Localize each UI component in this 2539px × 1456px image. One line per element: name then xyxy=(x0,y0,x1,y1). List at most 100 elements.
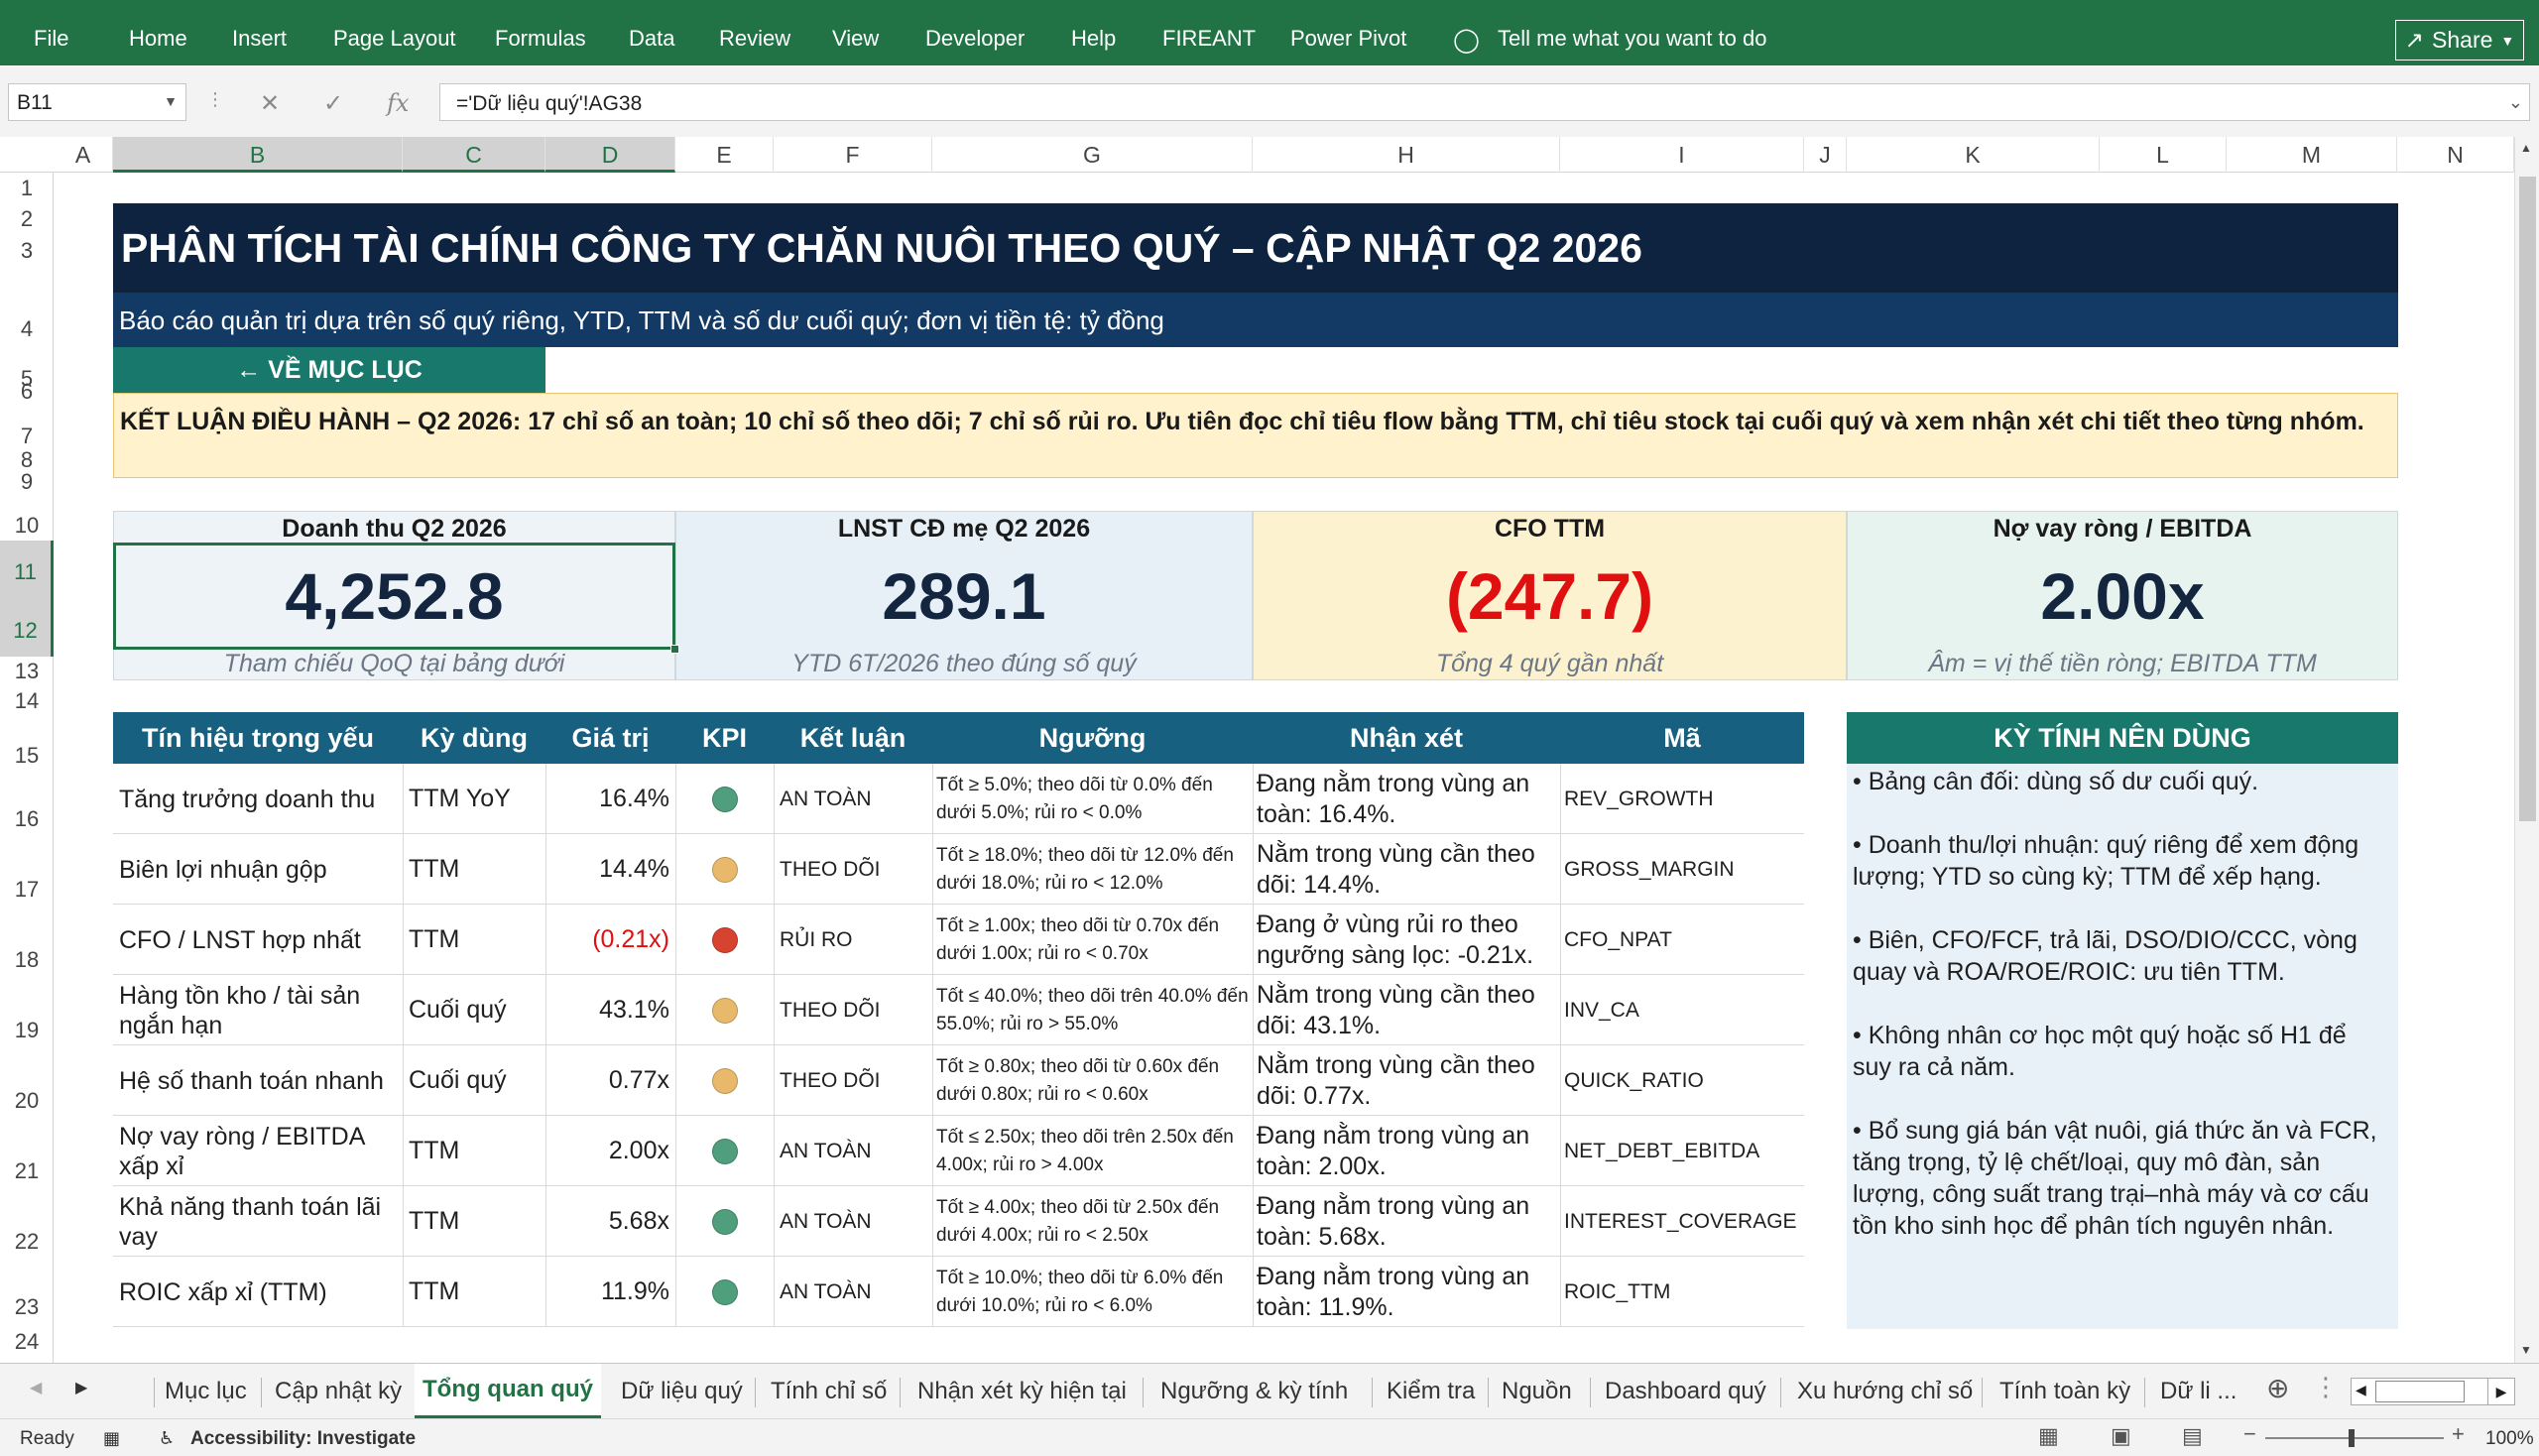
share-button[interactable]: ↗ Share ▼ xyxy=(2395,20,2524,61)
signal-name-cell[interactable]: Khả năng thanh toán lãi vay xyxy=(113,1186,403,1257)
page-layout-view-icon[interactable]: ▣ xyxy=(2111,1423,2131,1449)
table-row[interactable]: ROIC xấp xỉ (TTM) TTM 11.9% AN TOÀN Tốt ≥ 10… xyxy=(113,1257,1804,1327)
zoom-in-icon[interactable]: + xyxy=(2452,1421,2465,1447)
signal-name-cell[interactable]: CFO / LNST hợp nhất xyxy=(113,905,403,975)
row-header[interactable]: 7 xyxy=(0,425,54,448)
column-header-b[interactable]: B xyxy=(113,137,403,173)
value-cell[interactable]: 0.77x xyxy=(545,1045,675,1116)
threshold-cell[interactable]: Tốt ≥ 4.00x; theo dõi từ 2.50x đến dưới … xyxy=(932,1186,1253,1257)
column-header-h[interactable]: H xyxy=(1253,137,1560,173)
signal-name-cell[interactable]: Hệ số thanh toán nhanh xyxy=(113,1045,403,1116)
sheet-tab[interactable]: Dữ li ... xyxy=(2160,1378,2237,1405)
tab-page-layout[interactable]: Page Layout xyxy=(333,26,456,52)
zoom-slider-thumb[interactable] xyxy=(2349,1429,2355,1447)
value-cell[interactable]: 16.4% xyxy=(545,764,675,834)
horizontal-scrollbar[interactable]: ◀ xyxy=(2351,1378,2494,1405)
table-row[interactable]: Khả năng thanh toán lãi vay TTM 5.68x AN TO… xyxy=(113,1186,1804,1257)
fill-handle[interactable] xyxy=(670,645,679,654)
column-header-c[interactable]: C xyxy=(403,137,545,173)
sheet-tab-active[interactable]: Tổng quan quý xyxy=(415,1364,601,1419)
tab-review[interactable]: Review xyxy=(719,26,790,52)
tell-me-search[interactable]: Tell me what you want to do xyxy=(1498,26,1766,52)
threshold-cell[interactable]: Tốt ≤ 40.0%; theo dõi trên 40.0% đến 55.… xyxy=(932,975,1253,1045)
value-cell[interactable]: 5.68x xyxy=(545,1186,675,1257)
signal-name-cell[interactable]: Biên lợi nhuận gộp xyxy=(113,834,403,905)
kpi-indicator-cell[interactable] xyxy=(675,834,774,905)
kpi-indicator-cell[interactable] xyxy=(675,1045,774,1116)
tab-help[interactable]: Help xyxy=(1071,26,1116,52)
chevron-down-icon[interactable]: ▼ xyxy=(164,93,178,109)
kpi-card-net-profit[interactable]: LNST CĐ mẹ Q2 2026 289.1 YTD 6T/2026 the… xyxy=(675,511,1253,680)
code-cell[interactable]: INTEREST_COVERAGE xyxy=(1560,1186,1804,1257)
tab-view[interactable]: View xyxy=(832,26,879,52)
accessibility-status[interactable]: Accessibility: Investigate xyxy=(190,1428,416,1450)
sheet-tab[interactable]: Xu hướng chỉ số xyxy=(1797,1378,1973,1405)
tab-data[interactable]: Data xyxy=(629,26,674,52)
row-header[interactable]: 19 xyxy=(0,1009,54,1052)
conclusion-cell[interactable]: AN TOÀN xyxy=(774,764,932,834)
scroll-down-icon[interactable]: ▼ xyxy=(2520,1343,2532,1357)
code-cell[interactable]: REV_GROWTH xyxy=(1560,764,1804,834)
code-cell[interactable]: CFO_NPAT xyxy=(1560,905,1804,975)
period-cell[interactable]: TTM YoY xyxy=(403,764,545,834)
row-header[interactable]: 11 xyxy=(0,541,54,604)
kpi-indicator-cell[interactable] xyxy=(675,1116,774,1186)
column-header-e[interactable]: E xyxy=(675,137,774,173)
period-cell[interactable]: TTM xyxy=(403,905,545,975)
threshold-cell[interactable]: Tốt ≥ 0.80x; theo dõi từ 0.60x đến dưới … xyxy=(932,1045,1253,1116)
tab-formulas[interactable]: Formulas xyxy=(495,26,586,52)
expand-icon[interactable]: ⌄ xyxy=(2508,92,2523,113)
row-header[interactable]: 2 xyxy=(0,203,54,234)
table-row[interactable]: Biên lợi nhuận gộp TTM 14.4% THEO DÕI Tốt ≥ … xyxy=(113,834,1804,905)
zoom-slider[interactable] xyxy=(2265,1437,2444,1439)
kpi-card-cfo[interactable]: CFO TTM (247.7) Tổng 4 quý gần nhất xyxy=(1253,511,1847,680)
code-cell[interactable]: QUICK_RATIO xyxy=(1560,1045,1804,1116)
value-cell[interactable]: (0.21x) xyxy=(545,905,675,975)
period-cell[interactable]: Cuối quý xyxy=(403,975,545,1045)
value-cell[interactable]: 2.00x xyxy=(545,1116,675,1186)
column-header-m[interactable]: M xyxy=(2227,137,2397,173)
row-header[interactable]: 8 xyxy=(0,449,54,471)
row-header[interactable]: 16 xyxy=(0,797,54,841)
comment-cell[interactable]: Đang nằm trong vùng an toàn: 2.00x. xyxy=(1253,1116,1560,1186)
threshold-cell[interactable]: Tốt ≤ 2.50x; theo dõi trên 2.50x đến 4.0… xyxy=(932,1116,1253,1186)
column-header-n[interactable]: N xyxy=(2397,137,2514,173)
sheet-tab[interactable]: Nguồn xyxy=(1502,1378,1572,1405)
name-box[interactable]: B11 ▼ xyxy=(8,83,186,121)
row-header[interactable]: 20 xyxy=(0,1079,54,1123)
enter-icon[interactable]: ✓ xyxy=(323,89,343,118)
table-row[interactable]: Tăng trưởng doanh thu TTM YoY 16.4% AN TOÀN… xyxy=(113,764,1804,834)
kpi-card-net-debt-ebitda[interactable]: Nợ vay ròng / EBITDA 2.00x Âm = vị thế t… xyxy=(1847,511,2398,680)
sheet-tab[interactable]: Tính toàn kỳ xyxy=(1999,1378,2130,1405)
cancel-icon[interactable]: ✕ xyxy=(260,89,280,118)
column-header-k[interactable]: K xyxy=(1847,137,2100,173)
macro-record-icon[interactable]: ▦ xyxy=(103,1428,120,1449)
code-cell[interactable]: ROIC_TTM xyxy=(1560,1257,1804,1327)
row-header[interactable]: 4 xyxy=(0,268,54,347)
row-header[interactable]: 1 xyxy=(0,173,54,203)
kpi-indicator-cell[interactable] xyxy=(675,905,774,975)
row-header[interactable]: 3 xyxy=(0,234,54,268)
period-cell[interactable]: TTM xyxy=(403,834,545,905)
tab-developer[interactable]: Developer xyxy=(925,26,1025,52)
comment-cell[interactable]: Nằm trong vùng cần theo dõi: 0.77x. xyxy=(1253,1045,1560,1116)
row-header[interactable]: 22 xyxy=(0,1220,54,1264)
threshold-cell[interactable]: Tốt ≥ 5.0%; theo dõi từ 0.0% đến dưới 5.… xyxy=(932,764,1253,834)
sheet-tab[interactable]: Dashboard quý xyxy=(1605,1378,1766,1405)
comment-cell[interactable]: Đang ở vùng rủi ro theo ngưỡng sàng lọc:… xyxy=(1253,905,1560,975)
kpi-indicator-cell[interactable] xyxy=(675,975,774,1045)
threshold-cell[interactable]: Tốt ≥ 1.00x; theo dõi từ 0.70x đến dưới … xyxy=(932,905,1253,975)
code-cell[interactable]: NET_DEBT_EBITDA xyxy=(1560,1116,1804,1186)
row-header[interactable]: 24 xyxy=(0,1325,54,1359)
signal-name-cell[interactable]: Nợ vay ròng / EBITDA xấp xỉ xyxy=(113,1116,403,1186)
row-header[interactable]: 9 xyxy=(0,470,54,494)
row-header[interactable]: 10 xyxy=(0,511,54,541)
column-header-a[interactable]: A xyxy=(54,137,113,173)
row-header[interactable]: 15 xyxy=(0,734,54,778)
period-cell[interactable]: TTM xyxy=(403,1116,545,1186)
row-header[interactable]: 18 xyxy=(0,938,54,982)
add-sheet-icon[interactable]: ⊕ xyxy=(2266,1372,2289,1404)
table-row[interactable]: Nợ vay ròng / EBITDA xấp xỉ TTM 2.00x AN TO… xyxy=(113,1116,1804,1186)
tab-scroll-left-icon[interactable]: ◀ xyxy=(30,1378,42,1397)
code-cell[interactable]: GROSS_MARGIN xyxy=(1560,834,1804,905)
